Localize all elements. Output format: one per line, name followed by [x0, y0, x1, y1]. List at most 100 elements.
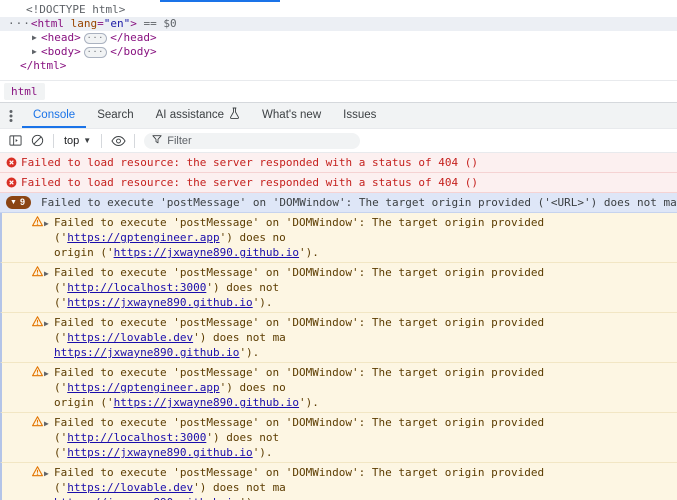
console-message-error[interactable]: Failed to load resource: the server resp…: [0, 173, 677, 193]
message-text: Failed to load resource: the server resp…: [21, 176, 478, 189]
message-text: Failed to execute 'postMessage' on 'DOMW…: [54, 315, 677, 360]
console-message-warning[interactable]: ▶ Failed to execute 'postMessage' on 'DO…: [0, 213, 677, 263]
group-collapse-triangle-icon: ▼: [10, 199, 17, 206]
dom-overflow-dots: ···: [8, 17, 31, 30]
dom-line-html-selected[interactable]: ··· <html lang = "en" > == $0: [0, 17, 677, 31]
recipient-origin-link[interactable]: https://jxwayne890.github.io: [114, 246, 299, 259]
html-tag-close: >: [130, 17, 137, 30]
collapsed-children-dots-icon[interactable]: ···: [83, 46, 108, 58]
tab-whats-new[interactable]: What's new: [251, 103, 332, 128]
execution-context-selector[interactable]: top ▼: [60, 134, 95, 148]
message-text-line2-pre: (': [54, 446, 68, 459]
message-text-line2-post: ').: [239, 496, 259, 500]
message-text: Failed to load resource: the server resp…: [21, 156, 478, 169]
recipient-origin-link[interactable]: https://jxwayne890.github.io: [67, 446, 252, 459]
recipient-origin-link[interactable]: https://jxwayne890.github.io: [67, 296, 252, 309]
tab-console[interactable]: Console: [22, 103, 87, 128]
target-origin-link[interactable]: http://localhost:3000: [67, 431, 206, 444]
tab-whats-new-label: What's new: [262, 108, 322, 121]
breadcrumb-item-html[interactable]: html: [4, 83, 45, 100]
message-text: Failed to execute 'postMessage' on 'DOMW…: [54, 265, 677, 310]
doctype-text: <!DOCTYPE html>: [26, 3, 126, 16]
group-count-badge[interactable]: ▼ 9: [6, 196, 31, 209]
message-text-line2-pre: origin (': [54, 396, 114, 409]
message-text: Failed to execute 'postMessage' on 'DOMW…: [54, 415, 677, 460]
message-text-line2-post: ').: [252, 446, 273, 459]
flask-icon: [229, 107, 240, 122]
clear-console-icon[interactable]: [27, 132, 47, 150]
message-text-mid: ') does not: [206, 281, 280, 294]
devtools-window: <!DOCTYPE html> ··· <html lang = "en" > == $…: [0, 0, 677, 500]
dom-line-head[interactable]: ▶ <head> ··· </head>: [0, 31, 677, 45]
message-text-line2-post: ').: [299, 246, 319, 259]
message-text-mid: ') does not: [206, 431, 280, 444]
target-origin-link[interactable]: https://lovable.dev: [67, 481, 193, 494]
live-expression-eye-icon[interactable]: [108, 132, 128, 150]
dom-line-html-close[interactable]: </html>: [0, 59, 677, 73]
message-text-mid: ') does not ma: [193, 481, 286, 494]
tab-search-label: Search: [97, 108, 134, 121]
expand-triangle-icon[interactable]: ▶: [44, 465, 54, 481]
recipient-origin-link[interactable]: https://jxwayne890.github.io: [114, 396, 299, 409]
target-origin-link[interactable]: https://gptengineer.app: [67, 381, 219, 394]
expand-triangle-icon[interactable]: ▶: [44, 215, 54, 231]
filter-input[interactable]: [167, 134, 353, 147]
filter-funnel-icon: [152, 134, 162, 147]
target-origin-link[interactable]: https://gptengineer.app: [67, 231, 219, 244]
recipient-origin-link[interactable]: https://jxwayne890.github.io: [54, 346, 239, 359]
message-text-line2-post: ').: [239, 346, 260, 359]
head-tag-close: </head>: [110, 31, 157, 44]
tab-ai-assistance[interactable]: AI assistance: [145, 103, 251, 128]
expand-triangle-icon[interactable]: ▶: [44, 365, 54, 381]
collapsed-children-dots-icon[interactable]: ···: [83, 32, 108, 44]
console-message-warning[interactable]: ▶ Failed to execute 'postMessage' on 'DO…: [0, 263, 677, 313]
console-message-error[interactable]: Failed to load resource: the server resp…: [0, 153, 677, 173]
lang-attr-name[interactable]: lang: [71, 17, 98, 31]
message-text-mid: ') does not ma: [193, 331, 286, 344]
message-text-line2-pre: origin (': [54, 246, 114, 259]
warning-triangle-icon: [30, 215, 44, 227]
tab-ai-assistance-label: AI assistance: [155, 108, 225, 121]
message-text-line2-post: ').: [252, 296, 273, 309]
tab-console-label: Console: [33, 108, 76, 121]
tab-search[interactable]: Search: [86, 103, 144, 128]
body-tag-close: </body>: [110, 45, 157, 58]
message-text: Failed to execute 'postMessage' on 'DOMW…: [54, 365, 677, 410]
html-close-tag: </html>: [20, 59, 67, 72]
toolbar-divider: [101, 133, 103, 148]
chevron-down-icon: ▼: [83, 136, 92, 145]
console-toolbar: top ▼: [0, 128, 677, 152]
message-text: Failed to execute 'postMessage' on 'DOMW…: [54, 215, 677, 260]
console-message-warning[interactable]: ▶ Failed to execute 'postMessage' on 'DO…: [0, 413, 677, 463]
toolbar-divider: [134, 133, 136, 148]
expand-triangle-icon[interactable]: ▶: [44, 265, 54, 281]
lang-attr-value[interactable]: "en": [104, 17, 131, 31]
tab-issues[interactable]: Issues: [332, 103, 387, 128]
more-tools-kebab-icon[interactable]: [0, 103, 22, 128]
selected-node-ref: == $0: [143, 17, 177, 30]
console-sidebar-toggle-icon[interactable]: [5, 132, 25, 150]
expand-triangle-icon[interactable]: ▶: [44, 415, 54, 431]
warning-triangle-icon: [30, 465, 44, 477]
message-text-line2-post: ').: [299, 396, 319, 409]
console-message-group-header[interactable]: ▼ 9 Failed to execute 'postMessage' on '…: [0, 193, 677, 213]
expand-triangle-icon[interactable]: ▶: [32, 31, 41, 45]
error-circle-icon: [4, 175, 18, 190]
console-message-warning[interactable]: ▶ Failed to execute 'postMessage' on 'DO…: [0, 363, 677, 413]
target-origin-link[interactable]: http://localhost:3000: [67, 281, 206, 294]
group-count-value: 9: [19, 197, 25, 207]
console-message-list[interactable]: Failed to load resource: the server resp…: [0, 152, 677, 500]
breadcrumb: html: [0, 80, 677, 102]
console-message-warning[interactable]: ▶ Failed to execute 'postMessage' on 'DO…: [0, 313, 677, 363]
console-message-warning[interactable]: ▶ Failed to execute 'postMessage' on 'DO…: [0, 463, 677, 500]
warning-triangle-icon: [30, 265, 44, 277]
filter-box[interactable]: [144, 132, 361, 149]
target-origin-link[interactable]: https://lovable.dev: [67, 331, 193, 344]
elements-dom-tree[interactable]: <!DOCTYPE html> ··· <html lang = "en" > == $…: [0, 0, 677, 80]
dom-line-doctype[interactable]: <!DOCTYPE html>: [0, 3, 677, 17]
message-text: Failed to execute 'postMessage' on 'DOMW…: [54, 465, 677, 500]
expand-triangle-icon[interactable]: ▶: [32, 45, 41, 59]
dom-line-body[interactable]: ▶ <body> ··· </body>: [0, 45, 677, 59]
recipient-origin-link[interactable]: https://jxwayne890.github.io: [54, 496, 239, 500]
expand-triangle-icon[interactable]: ▶: [44, 315, 54, 331]
